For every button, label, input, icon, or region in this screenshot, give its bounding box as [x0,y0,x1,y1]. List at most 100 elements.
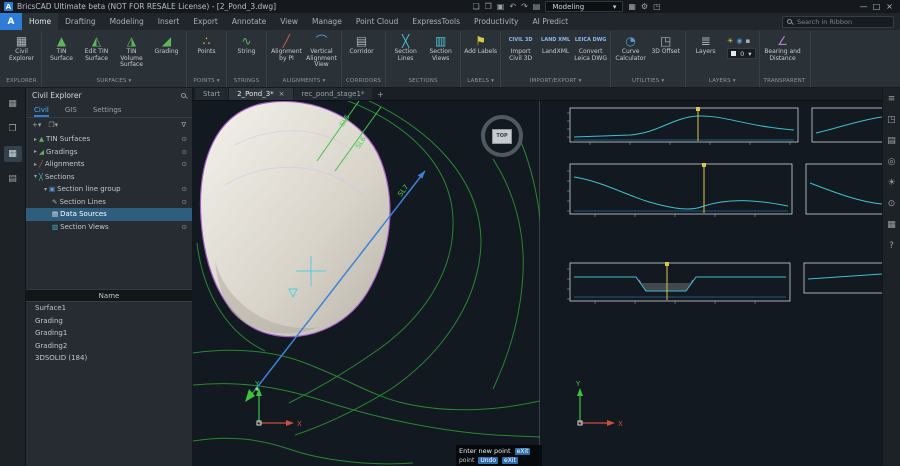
tab-gis[interactable]: GIS [65,103,77,117]
tab-settings[interactable]: Settings [93,103,122,117]
corridor-button[interactable]: ▤ Corridor [345,33,378,57]
visibility-eye-icon[interactable]: ⊙ [182,198,187,206]
new-file-icon[interactable]: ❏ [472,2,479,12]
grading-button[interactable]: ◢ Grading [150,33,183,57]
sample-lines[interactable] [667,110,704,300]
undo-icon[interactable]: ↶ [509,2,516,12]
import-civil3d-button[interactable]: CIVIL 3D Import Civil 3D [504,33,537,63]
command-suggestion[interactable]: point [459,457,474,464]
layer-lock-icon[interactable]: ▪ [746,37,751,45]
bearing-distance-button[interactable]: ∠ Bearing and Distance [763,33,803,63]
section-view-frames[interactable] [570,108,882,301]
application-button[interactable]: A [0,13,22,30]
maximize-button[interactable]: □ [870,0,883,13]
layers-button[interactable]: ≣ Layers [689,33,722,57]
edit-tin-surface-button[interactable]: ◭ Edit TIN Surface [80,33,113,63]
group-label-points[interactable]: POINTS ▾ [190,78,223,87]
group-label-alignments[interactable]: ALIGNMENTS ▾ [270,78,338,87]
civil-explorer-button[interactable]: ▦ Civil Explorer [5,33,38,63]
layer-freeze-icon[interactable]: ◉ [736,37,742,45]
offset-3d-button[interactable]: ◳ 3D Offset [649,33,682,57]
tin-surface-button[interactable]: ▲ TIN Surface [45,33,78,63]
tab-civil[interactable]: Civil [34,103,49,117]
sample-line-handles[interactable] [665,107,706,266]
layer-bulb-icon[interactable]: ☀ [727,37,733,45]
print-icon[interactable]: ▤ [533,2,541,12]
tab-view[interactable]: View [273,13,305,30]
tab-manage[interactable]: Manage [305,13,349,30]
visibility-eye-icon[interactable]: ⊙ [182,185,187,193]
materials-icon[interactable]: ◎ [885,156,899,168]
doc-tab-2-pond-3[interactable]: 2_Pond_3* × [229,88,292,100]
points-button[interactable]: ∴ Points [190,33,223,57]
panel-search-icon[interactable] [181,93,186,98]
current-layer-dropdown[interactable]: 0 ▾ [727,48,755,59]
tab-modeling[interactable]: Modeling [103,13,151,30]
app-logo-icon[interactable]: A [4,2,13,11]
string-button[interactable]: ∿ String [230,33,263,57]
group-label-layers[interactable]: LAYERS ▾ [689,78,755,87]
list-item-surface1[interactable]: Surface1 [26,302,192,315]
tree-item-section-views[interactable]: ▥ Section Views ⊙ [26,221,192,234]
redo-icon[interactable]: ↷ [521,2,528,12]
panel-attachments-icon[interactable]: ❐ [4,121,22,137]
workspace-selector[interactable]: Modeling ▾ [545,1,623,12]
group-label-surfaces[interactable]: SURFACES ▾ [45,78,183,87]
model-cube-icon[interactable]: ◳ [885,114,899,126]
tab-annotate[interactable]: Annotate [225,13,273,30]
open-file-icon[interactable]: ❐ [485,2,492,12]
close-button[interactable]: × [883,0,896,13]
section-viewport[interactable]: X Y [540,101,882,466]
close-tab-icon[interactable]: × [279,88,285,101]
visibility-eye-icon[interactable]: ⊙ [182,148,187,156]
curve-calculator-button[interactable]: ◔ Curve Calculator [614,33,647,63]
lights-icon[interactable]: ☀ [885,177,899,189]
tree-item-tin-surfaces[interactable]: ▸ ▲ TIN Surfaces ⊙ [26,133,192,146]
tree-item-data-sources[interactable]: ▤ Data Sources [26,208,192,221]
tin-volume-surface-button[interactable]: ◮ TIN Volume Surface [115,33,148,70]
tab-point-cloud[interactable]: Point Cloud [349,13,405,30]
views-icon[interactable]: ▦ [885,219,899,231]
tree-item-sections[interactable]: ▾ ╳ Sections [26,171,192,184]
tab-home[interactable]: Home [22,13,58,30]
sheet-icon[interactable]: ▤ [885,135,899,147]
tab-productivity[interactable]: Productivity [467,13,525,30]
section-canvas[interactable]: X Y [540,101,882,466]
filter-icon[interactable]: ∇ [181,121,186,129]
convert-leica-dwg-button[interactable]: LEICA DWG Convert Leica DWG [574,33,607,63]
visibility-icon[interactable]: ⊙ [885,198,899,210]
section-lines-button[interactable]: ╳ Section Lines [389,33,422,63]
model-viewport[interactable]: SL5 SL6 SL7 X Y [193,101,540,466]
alignment-by-pi-button[interactable]: ╱ Alignment by PI [270,33,303,63]
add-item-button[interactable]: +▾ [32,121,41,129]
visibility-eye-icon[interactable]: ⊙ [182,160,187,168]
save-icon[interactable]: ▣ [497,2,505,12]
view-cube-top-face[interactable]: TOP [492,129,512,144]
visibility-eye-icon[interactable]: ⊙ [182,135,187,143]
list-item-3dsolid[interactable]: 3DSOLID (184) [26,352,192,365]
doc-tab-rec-pond-stage1[interactable]: rec_pond_stage1* [294,88,373,100]
open-item-button[interactable]: ❐▾ [48,121,58,129]
new-tab-button[interactable]: + [373,88,387,100]
view-cube-toggle-icon[interactable]: ◳ [653,2,661,12]
name-column-header[interactable]: Name [26,290,192,302]
ribbon-search[interactable] [782,16,894,28]
view-cube[interactable]: TOP [481,115,523,157]
menu-icon[interactable]: ≡ [885,93,899,105]
group-label-labels[interactable]: LABELS ▾ [464,78,497,87]
panel-civil-explorer-icon[interactable]: ▦ [4,146,22,162]
settings-icon[interactable]: ⚙ [641,2,648,12]
tab-expresstools[interactable]: ExpressTools [405,13,467,30]
tree-item-section-line-group[interactable]: ▾ ▣ Section line group ⊙ [26,183,192,196]
tab-export[interactable]: Export [186,13,225,30]
list-item-grading1[interactable]: Grading1 [26,327,192,340]
list-item-grading2[interactable]: Grading2 [26,340,192,353]
section-views-button[interactable]: ▥ Section Views [424,33,457,63]
tree-item-gradings[interactable]: ▸ ◢ Gradings ⊙ [26,146,192,159]
tree-item-section-lines[interactable]: ✎ Section Lines ⊙ [26,196,192,209]
help-icon[interactable]: ? [885,240,899,252]
command-option-chip[interactable]: eXit [515,448,531,455]
visibility-eye-icon[interactable]: ⊙ [182,223,187,231]
command-suggestion[interactable]: eXit [502,457,518,464]
tab-insert[interactable]: Insert [151,13,187,30]
